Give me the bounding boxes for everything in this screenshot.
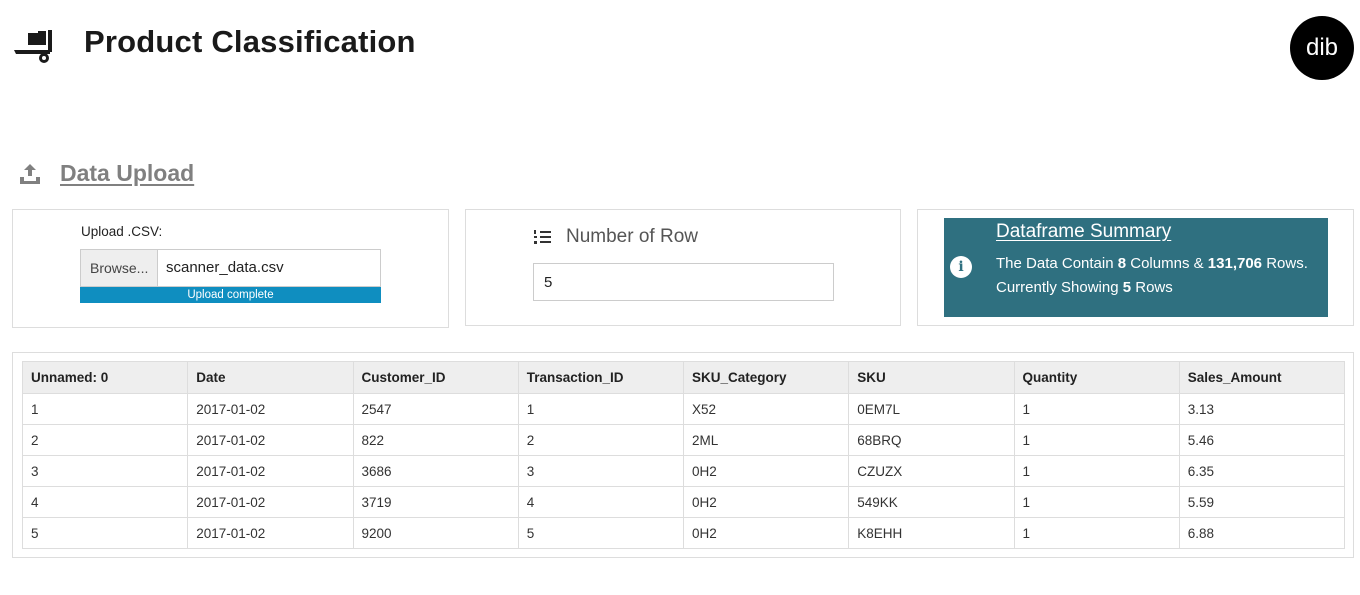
table-cell: 1	[1013, 455, 1180, 487]
table-cell: 1	[1013, 424, 1180, 456]
table-row: 1 2017-01-02 2547 1 X52 0EM7L 1 3.13	[21, 393, 1346, 425]
table-cell: 5.46	[1178, 424, 1346, 456]
table-cell: 549KK	[848, 486, 1015, 518]
table-cell: 3719	[352, 486, 519, 518]
column-header[interactable]: Sales_Amount	[1178, 361, 1346, 394]
column-header[interactable]: SKU	[848, 361, 1015, 394]
table-cell: 2547	[352, 393, 519, 425]
avatar[interactable]: dib	[1290, 16, 1354, 80]
table-cell: CZUZX	[848, 455, 1015, 487]
row-count-label: Number of Row	[566, 226, 698, 247]
upload-progress-bar: Upload complete	[80, 287, 381, 303]
table-cell: 9200	[352, 517, 519, 549]
table-cell: 0H2	[682, 486, 850, 518]
table-cell: 68BRQ	[848, 424, 1015, 456]
table-cell: 1	[517, 393, 685, 425]
column-header[interactable]: SKU_Category	[682, 361, 850, 394]
table-row: 3 2017-01-02 3686 3 0H2 CZUZX 1 6.35	[21, 455, 1346, 487]
info-icon: i	[950, 256, 972, 278]
table-cell: 0H2	[682, 455, 850, 487]
table-cell: 2017-01-02	[187, 393, 354, 425]
dolly-icon	[14, 30, 52, 63]
table-cell: 2017-01-02	[187, 517, 354, 549]
app-header: Product Classification dib	[0, 0, 1360, 90]
table-cell: X52	[682, 393, 850, 425]
table-cell: 6.88	[1178, 517, 1346, 549]
upload-progress-fill: Upload complete	[80, 287, 381, 303]
column-header[interactable]: Date	[187, 361, 354, 394]
table-cell: 4	[21, 486, 189, 518]
table-cell: 2	[21, 424, 189, 456]
table-cell: 5.59	[1178, 486, 1346, 518]
summary-line-showing: Currently Showing 5 Rows	[996, 279, 1173, 296]
table-cell: 5	[517, 517, 685, 549]
column-header[interactable]: Transaction_ID	[517, 361, 685, 394]
table-cell: K8EHH	[848, 517, 1015, 549]
table-cell: 2017-01-02	[187, 455, 354, 487]
table-cell: 4	[517, 486, 685, 518]
table-cell: 6.35	[1178, 455, 1346, 487]
dataframe-summary-alert: i Dataframe Summary The Data Contain 8 C…	[944, 218, 1328, 317]
table-cell: 1	[1013, 486, 1180, 518]
row-count-panel: Number of Row	[465, 209, 901, 326]
table-cell: 1	[21, 393, 189, 425]
table-cell: 3.13	[1178, 393, 1346, 425]
table-cell: 2017-01-02	[187, 424, 354, 456]
table-row: 5 2017-01-02 9200 5 0H2 K8EHH 1 6.88	[21, 517, 1346, 549]
table-cell: 2	[517, 424, 685, 456]
summary-title-link[interactable]: Dataframe Summary	[996, 221, 1171, 243]
table-cell: 3	[21, 455, 189, 487]
table-row: 4 2017-01-02 3719 4 0H2 549KK 1 5.59	[21, 486, 1346, 518]
table-cell: 822	[352, 424, 519, 456]
upload-icon	[20, 164, 40, 184]
table-cell: 3	[517, 455, 685, 487]
file-input-group[interactable]: Browse... scanner_data.csv	[80, 249, 381, 287]
section-header: Data Upload	[18, 156, 194, 190]
list-ol-icon	[534, 230, 551, 244]
browse-button[interactable]: Browse...	[81, 250, 158, 286]
column-header[interactable]: Customer_ID	[352, 361, 519, 394]
data-table-panel: Unnamed: 0 Date Customer_ID Transaction_…	[12, 352, 1354, 558]
summary-panel: i Dataframe Summary The Data Contain 8 C…	[917, 209, 1354, 326]
row-count-header: Number of Row	[534, 226, 698, 248]
table-cell: 1	[1013, 393, 1180, 425]
section-title-link[interactable]: Data Upload	[60, 160, 194, 187]
table-cell: 0EM7L	[848, 393, 1015, 425]
upload-panel: Upload .CSV: Browse... scanner_data.csv …	[12, 209, 449, 328]
column-header[interactable]: Unnamed: 0	[21, 361, 189, 394]
table-cell: 5	[21, 517, 189, 549]
row-count-input[interactable]	[533, 263, 834, 301]
data-table: Unnamed: 0 Date Customer_ID Transaction_…	[21, 361, 1346, 549]
table-cell: 2ML	[682, 424, 850, 456]
page-title: Product Classification	[84, 24, 416, 59]
column-header[interactable]: Quantity	[1013, 361, 1180, 394]
table-header-row: Unnamed: 0 Date Customer_ID Transaction_…	[21, 361, 1346, 394]
file-name-field[interactable]: scanner_data.csv	[158, 250, 380, 286]
summary-line-columns-rows: The Data Contain 8 Columns & 131,706 Row…	[996, 255, 1308, 272]
table-cell: 0H2	[682, 517, 850, 549]
table-row: 2 2017-01-02 822 2 2ML 68BRQ 1 5.46	[21, 424, 1346, 456]
upload-label: Upload .CSV:	[81, 224, 163, 239]
table-cell: 3686	[352, 455, 519, 487]
table-cell: 1	[1013, 517, 1180, 549]
table-cell: 2017-01-02	[187, 486, 354, 518]
